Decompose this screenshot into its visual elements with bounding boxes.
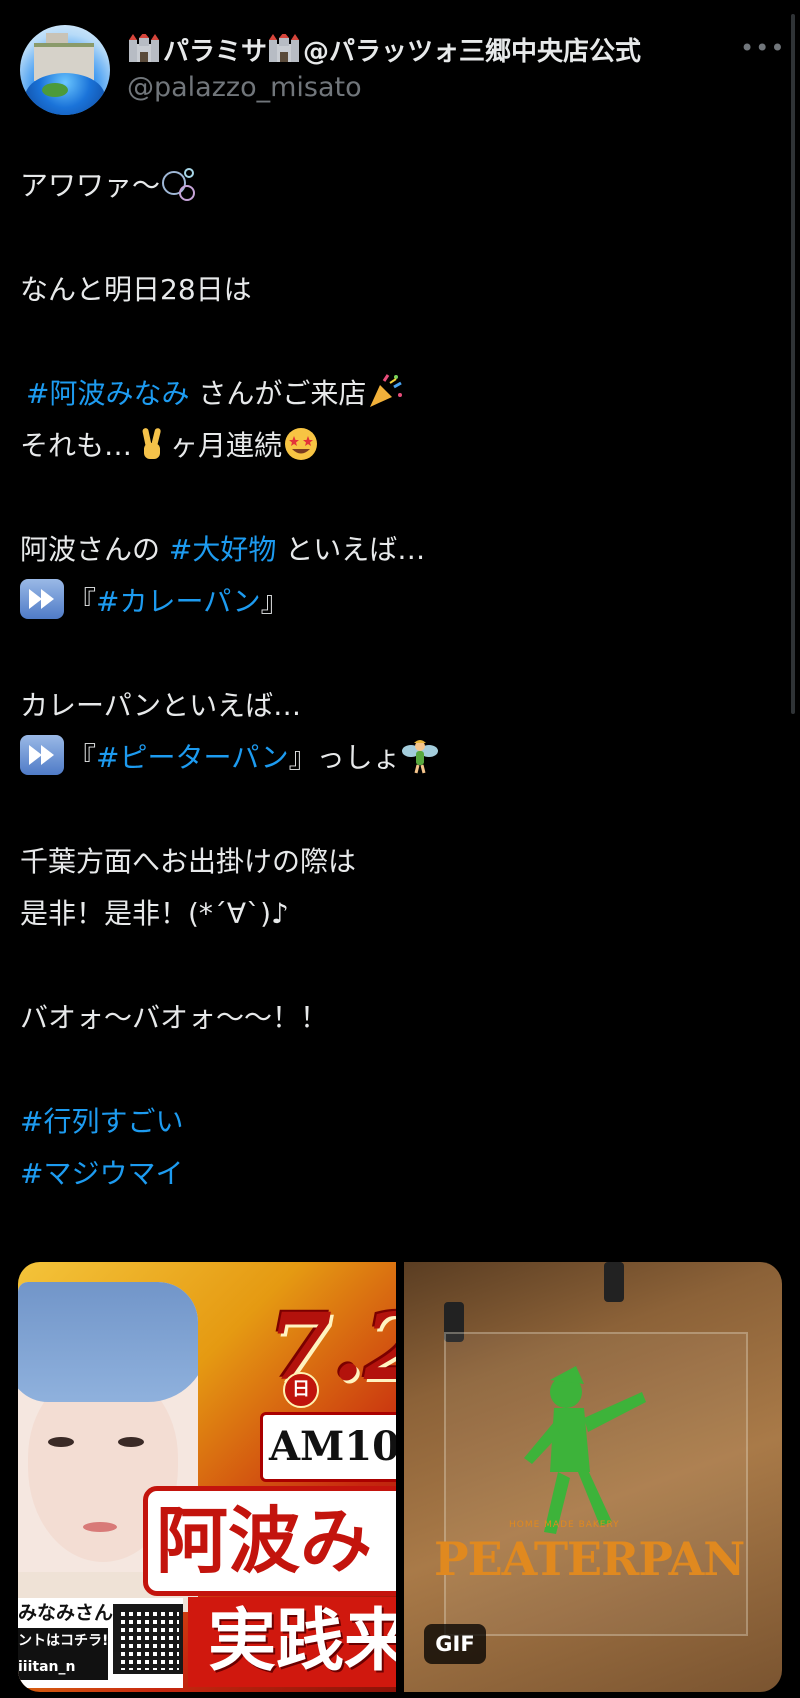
party-popper-icon — [370, 374, 403, 407]
post-line: アワワァ〜 — [20, 160, 780, 212]
hashtag-link[interactable]: #ピーターパン — [96, 741, 289, 774]
poster-account-handle: iiitan_n — [18, 1654, 108, 1680]
sign-subtitle: HOME MADE BAKERY — [509, 1520, 620, 1530]
fast-forward-icon — [20, 579, 64, 619]
castle-icon — [269, 34, 300, 62]
fast-forward-icon — [20, 735, 64, 775]
bubbles-icon — [162, 168, 196, 201]
castle-icon — [129, 34, 159, 62]
author-display-name[interactable]: パラミサ @パラッツォ三郷中央店公式 — [127, 31, 641, 68]
qr-code-icon — [113, 1604, 183, 1674]
scrollbar[interactable] — [791, 14, 795, 714]
post-line-text: それも… — [20, 429, 133, 462]
post-line-text: なんと明日28日は — [20, 273, 252, 306]
post-line-text: さんがご来店 — [189, 377, 367, 410]
post-line-text: アワワァ〜 — [20, 169, 161, 202]
post-line-text: 『 — [68, 741, 97, 774]
author-handle[interactable]: @palazzo_misato — [127, 72, 362, 103]
hashtag-link[interactable]: #大好物 — [169, 533, 276, 566]
sign-title: PEATERPAN — [434, 1532, 745, 1586]
gif-badge[interactable]: GIF — [424, 1624, 486, 1664]
post-line-text: 『 — [68, 585, 97, 618]
post-line-text: 』っしょ — [288, 741, 401, 774]
post-line: バオォ〜バオォ〜〜！！ — [20, 992, 780, 1044]
more-options-button[interactable]: ••• — [740, 35, 784, 65]
media-gif-bakery-sign[interactable]: HOME MADE BAKERY PEATERPAN GIF — [404, 1262, 782, 1692]
post-line-text: ヶ月連続 — [170, 429, 283, 462]
portrait-lips — [83, 1522, 117, 1532]
post-line: なんと明日28日は — [20, 264, 780, 316]
portrait-eye — [118, 1437, 144, 1447]
hashtag-link[interactable]: #マジウマイ — [20, 1157, 183, 1190]
post-line-text: バオォ〜バオォ〜〜！！ — [20, 1001, 329, 1034]
post-line-text: といえば… — [276, 533, 426, 566]
portrait-hair — [18, 1282, 198, 1402]
post-line: カレーパンといえば… — [20, 680, 780, 732]
post-line-text: カレーパンといえば… — [20, 689, 302, 722]
poster-visit-banner: 実践来 — [188, 1597, 396, 1687]
poster-name-banner: 阿波み — [143, 1486, 396, 1596]
post-line: #阿波みなみ さんがご来店 — [20, 368, 780, 420]
avatar-land — [42, 83, 68, 97]
post-line: #行列すごい — [20, 1096, 780, 1148]
post-line: #マジウマイ — [20, 1148, 780, 1200]
post-line-text: 千葉方面へお出掛けの際は — [20, 845, 357, 878]
hashtag-link[interactable]: #行列すごい — [20, 1105, 183, 1138]
post-line-text: 』 — [260, 585, 289, 618]
author-name-core: パラミサ — [163, 37, 268, 67]
author-name-suffix: @パラッツォ三郷中央店公式 — [303, 37, 642, 67]
post-line: 『#カレーパン』 — [20, 576, 780, 628]
hashtag-link[interactable]: #カレーパン — [96, 585, 261, 618]
avatar[interactable] — [20, 25, 110, 115]
spotlight-icon — [604, 1262, 624, 1302]
poster-account-note: ントはコチラ!! — [18, 1628, 115, 1654]
post-line: 千葉方面へお出掛けの際は — [20, 836, 780, 888]
post-line: それも… ヶ月連続 — [20, 420, 780, 472]
fairy-icon — [401, 740, 438, 774]
star-struck-icon — [285, 428, 318, 460]
post-text: アワワァ〜 なんと明日28日は #阿波みなみ さんがご来店 それも… ヶ月連続 — [20, 160, 780, 1200]
media-image-event-poster[interactable]: 7.2 日 AM10:00 阿波み 実践来 みなみさん ントはコチラ!! iii… — [18, 1262, 396, 1692]
victory-hand-icon — [142, 428, 161, 459]
post-line-text: 是非！是非！(*´∀`)♪ — [20, 897, 289, 930]
poster-day-badge: 日 — [283, 1372, 319, 1408]
media-grid: 7.2 日 AM10:00 阿波み 実践来 みなみさん ントはコチラ!! iii… — [18, 1262, 782, 1692]
post-header: パラミサ @パラッツォ三郷中央店公式 @palazzo_misato ••• — [20, 25, 784, 115]
poster-account-box: みなみさん ントはコチラ!! iiitan_n — [18, 1598, 183, 1688]
hashtag-link[interactable]: #阿波みなみ — [20, 377, 189, 410]
post-line: 『#ピーターパン』っしょ — [20, 732, 780, 784]
poster-time: AM10:00 — [260, 1412, 396, 1482]
post-line: 是非！是非！(*´∀`)♪ — [20, 888, 780, 940]
post-line-text: 阿波さんの — [20, 533, 169, 566]
portrait-eye — [48, 1437, 74, 1447]
post-line: 阿波さんの #大好物 といえば… — [20, 524, 780, 576]
